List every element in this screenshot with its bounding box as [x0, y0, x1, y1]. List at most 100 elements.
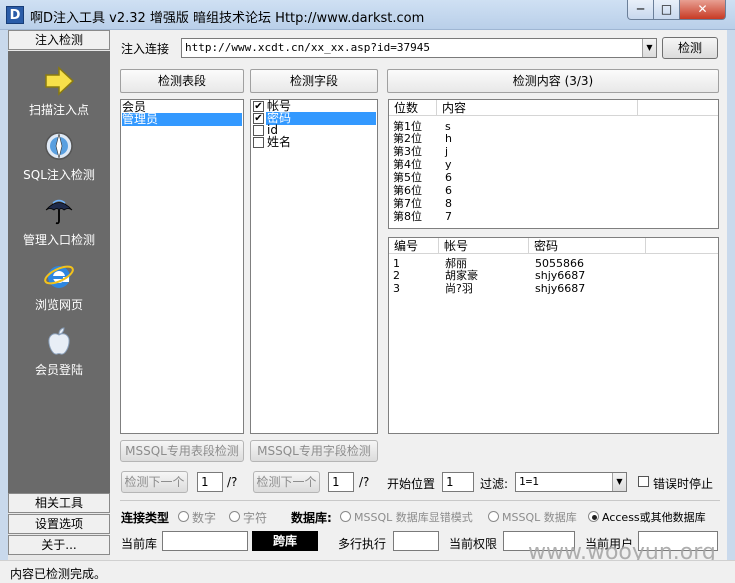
tables-list[interactable]: 会员 管理员 — [120, 99, 244, 434]
table-cell: shjy6687 — [535, 269, 586, 282]
tab-settings[interactable]: 设置选项 — [8, 514, 110, 534]
table-cell: 郝丽 — [445, 257, 467, 270]
multi-exec-label: 多行执行 — [338, 537, 387, 551]
table-cell: 6 — [445, 171, 452, 184]
table-row[interactable]: 3 尚?羽 shjy6687 — [389, 282, 718, 294]
radio-number[interactable] — [178, 511, 189, 522]
field-index-input[interactable]: 1 — [328, 472, 354, 492]
connection-type-label: 连接类型 — [121, 511, 170, 525]
radio-string-label: 字符 — [243, 511, 268, 525]
table-cell: 第7位 — [393, 197, 422, 210]
radio-mssql[interactable] — [488, 511, 499, 522]
current-perm-label: 当前权限 — [449, 537, 498, 551]
radio-string[interactable] — [229, 511, 240, 522]
sidebar-panel: 扫描注入点 SQL注入检测 管理入口检测 浏览网页 会员登陆 — [8, 51, 110, 493]
field-total-label: /? — [359, 475, 370, 489]
umbrella-icon — [45, 199, 73, 225]
next-field-button[interactable]: 检测下一个 — [253, 471, 320, 493]
stop-on-error-checkbox[interactable] — [638, 476, 649, 487]
multi-exec-input[interactable] — [393, 531, 439, 551]
next-table-button[interactable]: 检测下一个 — [121, 471, 188, 493]
field-label: 姓名 — [267, 135, 292, 149]
table-cell: h — [445, 132, 452, 145]
table-cell: shjy6687 — [535, 282, 586, 295]
fields-panel-header[interactable]: 检测字段 — [250, 69, 378, 93]
position-grid[interactable]: 位数 内容 第1位 s 第2位 h 第3位 j 第4位 y 第5位 6 第6位 … — [388, 99, 719, 229]
chevron-down-icon[interactable]: ▼ — [642, 39, 656, 57]
start-position-label: 开始位置 — [387, 477, 436, 491]
table-cell: 第5位 — [393, 171, 422, 184]
tables-panel-header[interactable]: 检测表段 — [120, 69, 244, 93]
table-total-label: /? — [227, 475, 238, 489]
table-cell: 第8位 — [393, 210, 422, 223]
radio-mssql-error[interactable] — [340, 511, 351, 522]
table-cell: 尚?羽 — [445, 282, 473, 295]
position-grid-header: 位数 内容 — [389, 100, 718, 116]
mssql-field-detect-button[interactable]: MSSQL专用字段检测 — [250, 440, 378, 462]
table-cell: 8 — [445, 197, 452, 210]
filter-select[interactable]: 1=1 — [515, 472, 627, 492]
close-button[interactable]: ✕ — [679, 0, 726, 20]
tab-injection-detect[interactable]: 注入检测 — [8, 30, 110, 50]
list-item-selected[interactable]: 管理员 — [122, 113, 242, 126]
checkbox-account[interactable]: ✔ — [253, 101, 264, 112]
table-index-input[interactable]: 1 — [197, 472, 223, 492]
divider — [120, 500, 720, 501]
ie-browser-icon — [44, 265, 74, 288]
apple-icon — [48, 327, 70, 355]
column-header[interactable]: 位数 — [389, 100, 437, 116]
table-cell: 7 — [445, 210, 452, 223]
chevron-down-icon[interactable]: ▼ — [612, 473, 626, 491]
checkbox-id[interactable] — [253, 125, 264, 136]
sidebar-item-sql[interactable]: SQL注入检测 — [8, 128, 110, 192]
table-cell: 1 — [393, 257, 400, 270]
table-cell: 第1位 — [393, 120, 422, 133]
radio-access-label: Access或其他数据库 — [602, 511, 706, 524]
column-header[interactable]: 帐号 — [439, 238, 529, 254]
radio-mssql-label: MSSQL 数据库 — [502, 511, 577, 524]
table-cell: 6 — [445, 184, 452, 197]
title-bar: D 啊D注入工具 v2.32 增强版 暗组技术论坛 Http://www.dar… — [0, 0, 735, 30]
status-text: 内容已检测完成。 — [10, 567, 107, 581]
column-header[interactable]: 密码 — [529, 238, 646, 254]
table-cell: y — [445, 158, 452, 171]
table-cell: s — [445, 120, 451, 133]
content-panel-header[interactable]: 检测内容 (3/3) — [387, 69, 719, 93]
compass-icon — [45, 132, 73, 160]
current-db-input[interactable] — [162, 531, 248, 551]
table-cell: 第3位 — [393, 145, 422, 158]
detect-button[interactable]: 检测 — [662, 37, 718, 59]
app-icon: D — [6, 6, 24, 24]
fields-list[interactable]: ✔ 帐号 ✔ 密码 id 姓名 — [250, 99, 378, 434]
sidebar-item-label: 会员登陆 — [34, 363, 83, 377]
tab-about[interactable]: 关于... — [8, 535, 110, 555]
column-header[interactable]: 内容 — [437, 100, 638, 116]
table-cell: 3 — [393, 282, 400, 295]
table-cell: 第2位 — [393, 132, 422, 145]
sidebar-item-browse[interactable]: 浏览网页 — [8, 258, 110, 322]
checkbox-name[interactable] — [253, 137, 264, 148]
radio-number-label: 数字 — [192, 511, 217, 525]
table-row[interactable]: 2 胡家豪 shjy6687 — [389, 269, 718, 281]
sidebar-item-login[interactable]: 会员登陆 — [8, 323, 110, 387]
maximize-button[interactable]: □ — [653, 0, 680, 20]
cross-db-button[interactable]: 跨库 — [252, 531, 318, 551]
start-position-input[interactable]: 1 — [442, 472, 474, 492]
mssql-table-detect-button[interactable]: MSSQL专用表段检测 — [120, 440, 244, 462]
results-grid[interactable]: 编号 帐号 密码 1 郝丽 5055866 2 胡家豪 shjy6687 3 尚… — [388, 237, 719, 434]
sidebar-item-label: 扫描注入点 — [28, 103, 89, 117]
column-header[interactable]: 编号 — [389, 238, 439, 254]
url-input[interactable]: http://www.xcdt.cn/xx_xx.asp?id=37945 — [181, 38, 657, 58]
table-cell: 第4位 — [393, 158, 422, 171]
checkbox-password[interactable]: ✔ — [253, 113, 264, 124]
radio-mssql-error-label: MSSQL 数据库显错模式 — [354, 511, 473, 524]
radio-access[interactable] — [588, 511, 599, 522]
sidebar-item-admin[interactable]: 管理入口检测 — [8, 193, 110, 257]
column-header-empty — [638, 100, 718, 116]
tab-related-tools[interactable]: 相关工具 — [8, 493, 110, 513]
sidebar-item-scan[interactable]: 扫描注入点 — [8, 63, 110, 127]
table-cell: j — [445, 145, 449, 158]
database-label: 数据库: — [291, 511, 332, 525]
minimize-button[interactable]: ─ — [627, 0, 654, 20]
table-row[interactable]: 1 郝丽 5055866 — [389, 257, 718, 269]
